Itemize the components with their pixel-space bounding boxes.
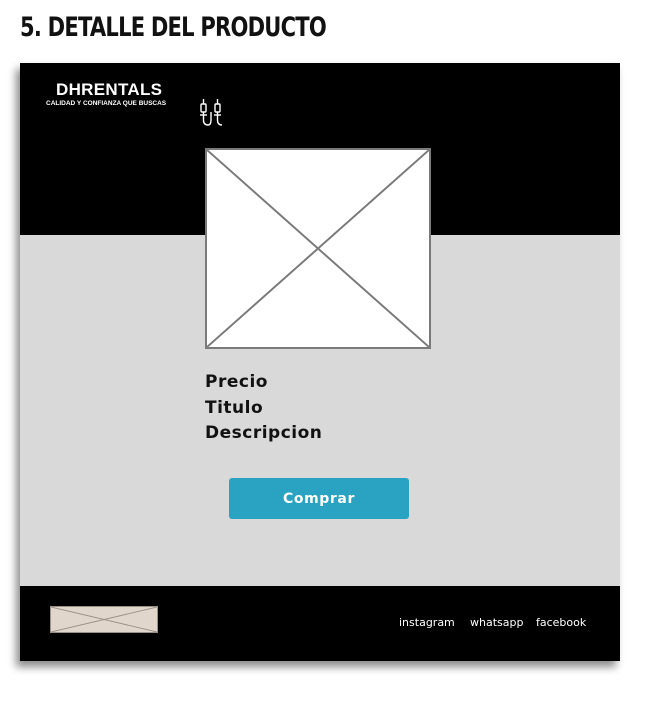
footer-image-placeholder	[50, 606, 158, 633]
buy-button[interactable]: Comprar	[229, 478, 409, 519]
audio-cable-icon	[200, 99, 223, 126]
product-detail-mockup: DHRENTALS CALIDAD Y CONFIANZA QUE BUSCAS	[20, 63, 620, 661]
product-image-placeholder	[205, 148, 431, 349]
product-title: Titulo	[205, 397, 264, 418]
brand-logo[interactable]: DHRENTALS CALIDAD Y CONFIANZA QUE BUSCAS	[46, 80, 223, 126]
page-title: 5. DETALLE DEL PRODUCTO	[20, 12, 327, 43]
whatsapp-link[interactable]: whatsapp	[470, 616, 523, 629]
product-price: Precio	[205, 372, 268, 392]
image-placeholder-icon	[207, 150, 429, 347]
facebook-link[interactable]: facebook	[536, 616, 586, 629]
brand-name: DHRENTALS	[56, 80, 163, 99]
brand-tagline: CALIDAD Y CONFIANZA QUE BUSCAS	[46, 100, 167, 107]
product-info: Precio Titulo Descripcion	[205, 370, 322, 447]
image-placeholder-icon	[51, 607, 157, 632]
instagram-link[interactable]: instagram	[399, 616, 455, 629]
product-description: Descripcion	[205, 423, 323, 443]
footer: instagram whatsapp facebook	[20, 586, 620, 661]
